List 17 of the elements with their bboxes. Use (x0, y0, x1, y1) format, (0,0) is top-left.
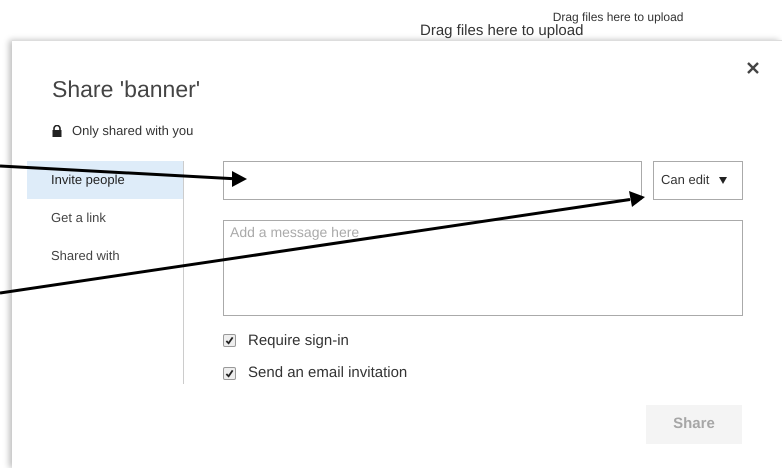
upload-hint: Drag files here to upload (420, 22, 584, 40)
checkbox[interactable] (223, 366, 236, 380)
message-field[interactable]: Add a message here (223, 220, 743, 316)
checkbox-label: Send an email invitation (248, 363, 408, 383)
nav-tab[interactable]: Shared with (27, 236, 183, 274)
caret-icon (719, 176, 728, 184)
nav-tab[interactable]: Invite people (27, 160, 183, 198)
dialog-title: Share 'banner' (52, 75, 202, 103)
sharing-status: Only shared with you (72, 122, 194, 140)
lock-icon (52, 124, 62, 137)
upload-hint: Drag files here to upload (552, 9, 684, 24)
close-button[interactable] (746, 61, 760, 75)
permission-dropdown[interactable]: Can edit (653, 160, 743, 200)
nav-tab[interactable]: Get a link (27, 198, 183, 236)
checkbox-label: Require sign-in (248, 330, 349, 350)
people-input-field[interactable] (223, 160, 642, 200)
checkbox[interactable] (223, 334, 236, 348)
